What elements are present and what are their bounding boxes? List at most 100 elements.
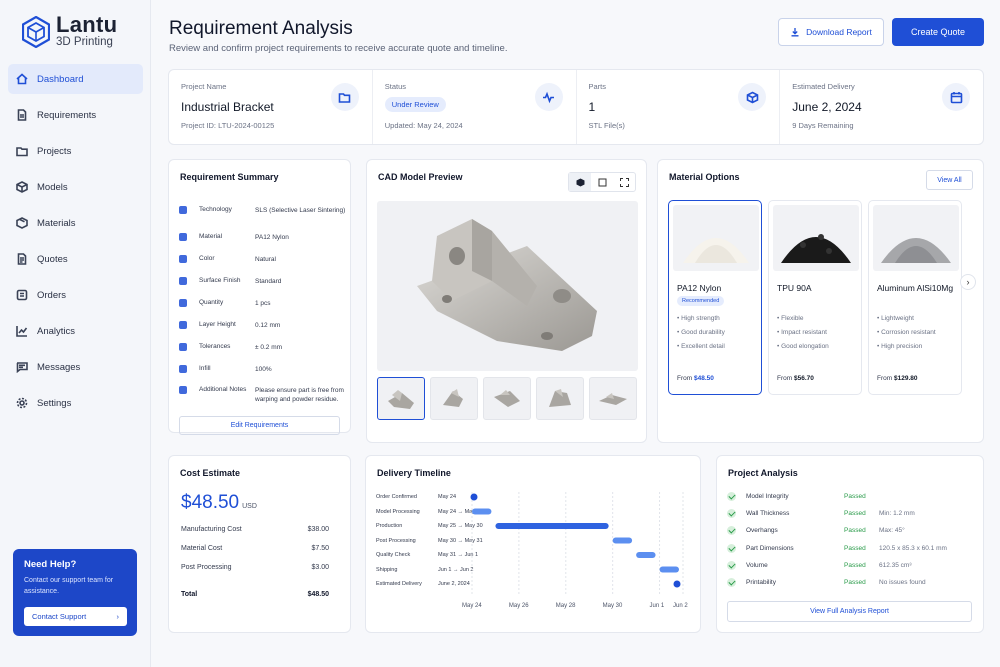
bracket-model-image <box>417 219 597 351</box>
solid-view-icon[interactable] <box>569 173 591 191</box>
contact-support-button[interactable]: Contact Support › <box>24 607 127 626</box>
timeline-bar <box>636 552 656 558</box>
message-icon <box>16 362 28 373</box>
timeline-row-label: Order Confirmed <box>376 494 417 500</box>
next-material-icon[interactable]: › <box>960 274 976 290</box>
timeline-bar <box>612 537 633 544</box>
cube-icon <box>16 181 28 193</box>
sidebar-item-label: Settings <box>37 397 72 409</box>
sidebar-item-analytics[interactable]: Analytics <box>8 316 143 346</box>
edit-requirements-button[interactable]: Edit Requirements <box>179 416 340 435</box>
check-icon <box>727 561 736 570</box>
cad-thumbnail[interactable] <box>483 377 531 420</box>
help-title: Need Help? <box>24 559 77 570</box>
sidebar-item-materials[interactable]: Materials <box>8 208 143 238</box>
timeline-row-dates: May 31 → Jun 1 <box>438 552 479 558</box>
material-card-pa12[interactable]: PA12 Nylon Recommended • High strength •… <box>668 200 762 395</box>
cad-thumbnail[interactable] <box>589 377 637 420</box>
cad-thumbnail[interactable] <box>377 377 425 420</box>
main-content: Requirement Analysis Review and confirm … <box>151 0 1000 667</box>
timeline-row-label: Model Processing <box>376 508 420 515</box>
material-card-aluminum[interactable]: Aluminum AlSi10Mg • Lightweight • Corros… <box>868 200 962 395</box>
brush-icon <box>179 277 187 285</box>
req-row-tolerances: Tolerances ± 0.2 mm <box>179 343 355 352</box>
help-card: Need Help? Contact our support team for … <box>13 549 137 636</box>
check-icon <box>727 544 736 553</box>
timeline-bar <box>659 566 679 573</box>
req-row-surface-finish: Surface Finish Standard <box>179 277 355 286</box>
req-value: 100% <box>255 366 272 373</box>
req-row-color: Color Natural <box>179 255 355 264</box>
download-report-button[interactable]: Download Report <box>778 18 884 46</box>
cost-amount: $48.50 USD <box>181 492 257 513</box>
card-title: Cost Estimate <box>180 468 241 478</box>
box-icon <box>16 217 28 229</box>
stat-parts: Parts 1 STL File(s) <box>577 70 781 144</box>
activity-icon <box>534 83 563 111</box>
sidebar-item-dashboard[interactable]: Dashboard <box>8 64 143 94</box>
cost-total: Total $48.50 <box>181 591 329 598</box>
req-row-material: Material PA12 Nylon <box>179 233 355 242</box>
material-feature: • Good elongation <box>777 343 829 350</box>
sidebar-item-projects[interactable]: Projects <box>8 136 143 166</box>
timeline-axis-tick: May 26 <box>508 603 529 609</box>
sidebar-item-quotes[interactable]: Quotes <box>8 244 143 274</box>
cad-thumbnail[interactable] <box>430 377 478 420</box>
timeline-row-dates: May 25 → May 30 <box>438 523 483 529</box>
timeline-milestone <box>470 493 478 501</box>
view-full-analysis-button[interactable]: View Full Analysis Report <box>727 601 972 622</box>
cost-row: Manufacturing Cost $38.00 <box>181 526 329 533</box>
material-name: Aluminum AlSi10Mg <box>877 283 954 293</box>
check-icon <box>727 578 736 587</box>
chevron-right-icon: › <box>116 612 120 621</box>
material-price: From $48.50 <box>677 375 714 382</box>
sidebar-item-models[interactable]: Models <box>8 172 143 202</box>
material-feature: • Lightweight <box>877 315 914 322</box>
logo[interactable]: Lantu 3D Printing <box>22 14 117 49</box>
timeline-axis-tick: May 28 <box>555 603 576 609</box>
sidebar-item-label: Messages <box>37 361 81 373</box>
timeline-row-label: Quality Check <box>376 552 411 558</box>
wireframe-view-icon[interactable] <box>591 173 613 191</box>
card-title: CAD Model Preview <box>378 172 463 182</box>
material-card-tpu[interactable]: TPU 90A • Flexible • Impact resistant • … <box>768 200 862 395</box>
document-icon <box>17 109 27 121</box>
sidebar-item-label: Materials <box>37 217 76 229</box>
create-quote-button[interactable]: Create Quote <box>892 18 984 46</box>
req-label: Layer Height <box>199 321 236 328</box>
card-title: Project Analysis <box>728 468 798 478</box>
req-label: Material <box>199 233 223 240</box>
cad-preview-card: CAD Model Preview <box>366 159 647 443</box>
timeline-row-dates: May 24 → May 25 <box>438 508 483 515</box>
logo-icon <box>22 15 50 48</box>
cad-viewport[interactable] <box>377 201 638 371</box>
cad-thumbnail[interactable] <box>536 377 584 420</box>
requirement-summary-card: Requirement Summary Technology SLS (Selec… <box>168 159 351 435</box>
sidebar-item-label: Quotes <box>37 253 68 265</box>
stat-delivery: Estimated Delivery June 2, 2024 9 Days R… <box>780 70 983 144</box>
fullscreen-icon[interactable] <box>613 173 635 191</box>
timeline-milestone <box>673 580 681 588</box>
timeline-axis-tick: Jun 2 <box>673 603 688 609</box>
stat-project: Project Name Industrial Bracket Project … <box>169 70 373 144</box>
sidebar-item-messages[interactable]: Messages <box>8 352 143 382</box>
timeline-row-label: Shipping <box>376 566 398 573</box>
page-title: Requirement Analysis <box>169 18 353 39</box>
sidebar-item-orders[interactable]: Orders <box>8 280 143 310</box>
material-feature: • Flexible <box>777 315 804 322</box>
sidebar-item-requirements[interactable]: Requirements <box>8 100 143 130</box>
view-all-materials-button[interactable]: View All <box>926 170 973 190</box>
help-text: Contact our support team for assistance. <box>24 577 114 595</box>
check-icon <box>727 509 736 518</box>
material-name: TPU 90A <box>777 283 812 293</box>
file-icon <box>17 253 27 265</box>
req-label: Additional Notes <box>199 386 247 393</box>
download-icon <box>791 28 799 37</box>
req-value: Please ensure part is free from warping … <box>255 387 344 403</box>
cost-estimate-card: Cost Estimate $48.50 USD Manufacturing Co… <box>168 455 351 633</box>
req-label: Infill <box>199 365 211 372</box>
sidebar-item-label: Projects <box>37 145 72 157</box>
material-options-card: Material Options View All PA12 Nylon Rec… <box>657 159 984 443</box>
sidebar-item-settings[interactable]: Settings <box>8 388 143 418</box>
project-analysis-card: Project Analysis Model Integrity Passed W… <box>716 455 984 633</box>
